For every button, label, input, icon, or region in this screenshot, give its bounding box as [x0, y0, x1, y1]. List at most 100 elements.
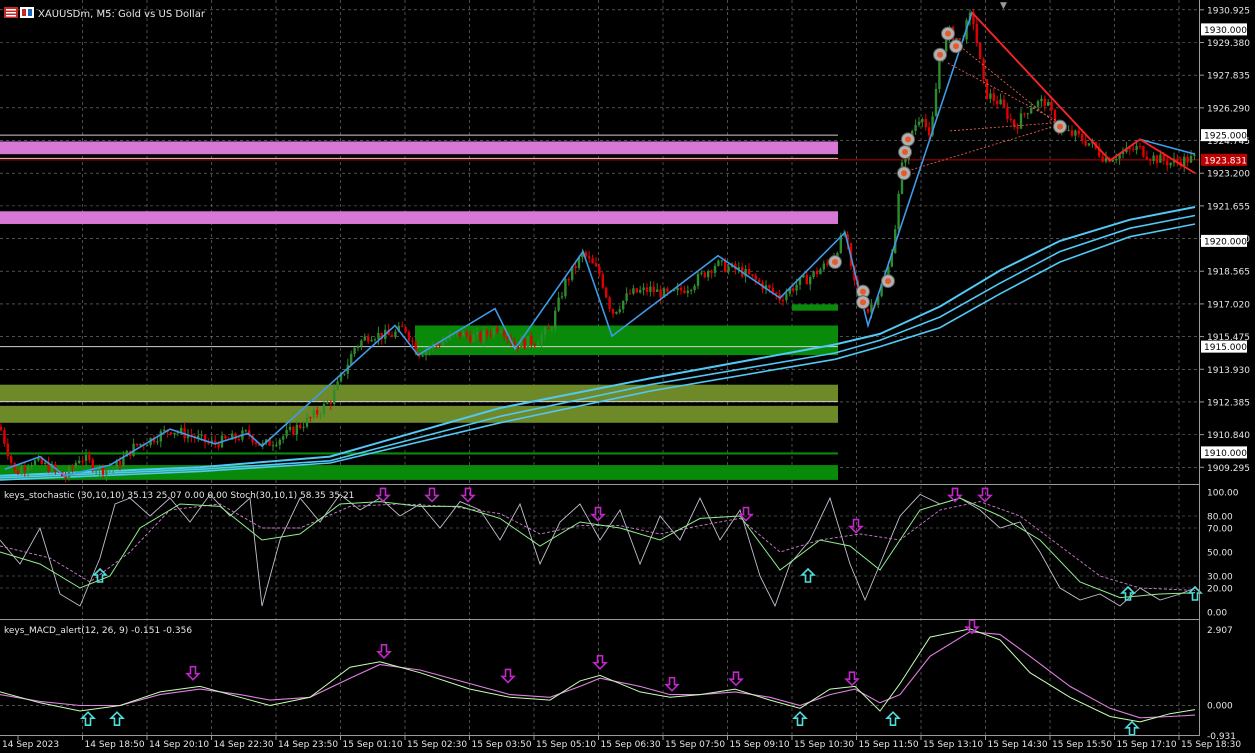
candle-body — [404, 327, 407, 332]
candle-body — [394, 331, 397, 338]
candle-body — [720, 260, 723, 262]
candle-body — [792, 288, 795, 291]
candle-body — [312, 409, 315, 418]
signal-dot — [902, 149, 908, 156]
candle-body — [526, 335, 530, 349]
candle-body — [594, 263, 598, 267]
candle-body — [652, 286, 655, 292]
candle-body — [6, 443, 9, 457]
candle-body — [1019, 113, 1023, 129]
candle-body — [479, 332, 482, 342]
candle-body — [683, 290, 686, 293]
candle-body — [373, 339, 377, 341]
candle-body — [982, 59, 985, 80]
candle-body — [819, 269, 822, 275]
candle-body — [1050, 102, 1053, 111]
candle-body — [390, 335, 394, 338]
candle-body — [217, 443, 220, 448]
candle-body — [237, 439, 241, 441]
candle-body — [628, 293, 632, 295]
candle-body — [992, 93, 995, 101]
candle-body — [81, 460, 84, 462]
candle-body — [95, 470, 98, 472]
candle-body — [1084, 140, 1087, 146]
candle-body — [1002, 99, 1006, 107]
signal-dot — [945, 30, 951, 37]
time-axis-label: 15 Sep 17:10 — [1117, 740, 1177, 750]
candle-body — [707, 271, 710, 278]
candle-body — [322, 403, 326, 414]
candle-body — [1101, 156, 1104, 162]
candle-body — [754, 275, 757, 280]
stochastic-panel[interactable] — [0, 485, 1200, 620]
candle-body — [33, 460, 37, 465]
candle-body — [1152, 155, 1155, 161]
candle-body — [146, 445, 149, 447]
candle-body — [288, 426, 292, 430]
candle-body — [713, 265, 717, 273]
signal-dot — [905, 136, 911, 143]
candle-body — [169, 432, 173, 435]
price-axis-label: 1909.295 — [1207, 464, 1250, 474]
candle-body — [625, 293, 628, 301]
candle-body — [540, 334, 543, 343]
candle-body — [333, 389, 336, 405]
candle-body — [543, 328, 547, 335]
candle-body — [1067, 130, 1070, 132]
time-axis-label: 15 Sep 05:10 — [536, 740, 596, 750]
candle-body — [751, 274, 754, 276]
candle-body — [1142, 146, 1145, 157]
candle-body — [1077, 130, 1080, 135]
time-axis-label: 15 Sep 02:30 — [407, 740, 467, 750]
candle-body — [299, 424, 302, 428]
candle-body — [489, 334, 492, 336]
candle-body — [180, 427, 183, 433]
candle-body — [295, 424, 298, 435]
candle-body — [302, 426, 305, 428]
candle-body — [690, 290, 693, 292]
trading-chart[interactable]: 1930.9251929.3801927.8351926.2901924.745… — [0, 0, 1255, 753]
candle-body — [649, 286, 652, 292]
candle-body — [611, 309, 615, 314]
scroll-marker-icon[interactable]: ▼ — [1000, 1, 1007, 11]
signal-dot — [953, 43, 959, 50]
candle-body — [1132, 148, 1135, 150]
candle-body — [401, 325, 404, 328]
candle-body — [635, 288, 638, 293]
candle-body — [917, 121, 921, 125]
time-axis-label: 15 Sep 14:30 — [988, 740, 1048, 750]
price-axis-label: 1929.380 — [1207, 39, 1250, 49]
candle-body — [441, 341, 445, 346]
candle-body — [1026, 113, 1029, 115]
candle-body — [523, 338, 526, 349]
candle-body — [135, 443, 139, 446]
candle-body — [795, 284, 798, 291]
candle-body — [254, 442, 258, 444]
candle-body — [693, 285, 696, 291]
candle-body — [1016, 127, 1019, 129]
candle-body — [1169, 162, 1172, 166]
candle-body — [1145, 156, 1148, 160]
candle-body — [727, 266, 730, 272]
symbol-title: XAUUSDm, M5: Gold vs US Dollar — [38, 9, 206, 20]
candle-body — [1040, 98, 1043, 102]
time-axis-label: 15 Sep 07:50 — [665, 740, 725, 750]
candle-body — [16, 470, 20, 475]
candle-body — [537, 342, 540, 345]
time-axis-label: 15 Sep 03:50 — [472, 740, 532, 750]
candle-body — [112, 467, 115, 469]
candle-body — [659, 289, 662, 298]
stoch-axis-label: 30.00 — [1207, 573, 1233, 583]
price-axis-label: 1917.020 — [1207, 300, 1250, 310]
candle-body — [679, 287, 683, 291]
candle-body — [271, 445, 275, 447]
price-axis-label: 1913.930 — [1207, 366, 1250, 376]
candle-body — [768, 285, 771, 288]
candle-body — [285, 429, 288, 437]
time-axis-label: 15 Sep 06:30 — [601, 740, 661, 750]
candle-body — [989, 93, 992, 99]
time-axis-label: 14 Sep 2023 — [2, 740, 59, 750]
candle-body — [438, 344, 441, 346]
candle-body — [411, 340, 414, 342]
candle-body — [275, 444, 278, 446]
